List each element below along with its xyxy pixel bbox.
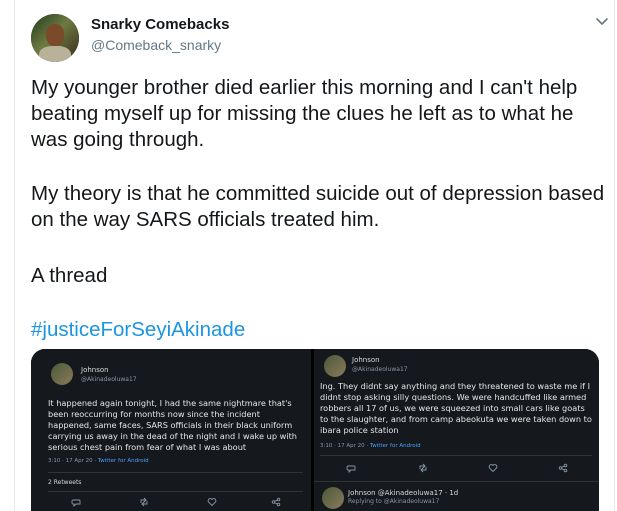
heart-icon (207, 498, 217, 507)
embedded-avatar (51, 363, 73, 385)
hashtag-link[interactable]: #justiceForSeyiAkinade (31, 317, 606, 343)
reply-icon (346, 465, 356, 473)
embedded-retweets: 2 Retweets (48, 479, 82, 486)
chevron-down-icon[interactable] (595, 14, 609, 28)
author-name[interactable]: Snarky Comebacks (91, 16, 229, 33)
reply-icon (71, 499, 81, 507)
share-icon (558, 463, 568, 473)
embedded-name: Johnson (352, 356, 380, 364)
embedded-meta: 3:10 · 17 Apr 20 · Twitter for Android (48, 458, 149, 464)
tweet-paragraph: My theory is that he committed suicide o… (31, 182, 605, 231)
avatar[interactable] (31, 14, 79, 62)
author-handle[interactable]: @Comeback_snarky (91, 37, 221, 53)
embedded-avatar (322, 487, 344, 509)
tweet-paragraph: My younger brother died earlier this mor… (31, 76, 578, 151)
embedded-meta: 3:10 · 17 Apr 20 · Twitter for Android (320, 443, 421, 449)
share-icon (271, 497, 281, 507)
tweet-paragraph: A thread (31, 264, 108, 287)
embedded-replying-to: Replying to @Akinadeoluwa17 (348, 498, 440, 505)
retweet-icon (419, 463, 427, 473)
embedded-handle: @Akinadeoluwa17 (352, 366, 408, 373)
tweet-card: Snarky Comebacks @Comeback_snarky My you… (14, 0, 615, 511)
retweet-icon (140, 497, 148, 507)
heart-icon (488, 464, 498, 473)
embedded-avatar (324, 355, 346, 377)
embedded-handle: @Akinadeoluwa17 (81, 376, 137, 383)
embedded-body: Ing. They didnt say anything and they th… (320, 381, 592, 435)
media-image-left[interactable]: Johnson @Akinadeoluwa17 It happened agai… (31, 349, 311, 511)
embedded-body: It happened again tonight, I had the sam… (48, 398, 297, 452)
embedded-reply-name: Johnson @Akinadeoluwa17 · 1d (348, 489, 459, 497)
media-image-right[interactable]: Johnson @Akinadeoluwa17 Ing. They didnt … (314, 349, 599, 511)
embedded-name: Johnson (81, 366, 109, 374)
media-grid[interactable]: Johnson @Akinadeoluwa17 It happened agai… (31, 349, 599, 511)
